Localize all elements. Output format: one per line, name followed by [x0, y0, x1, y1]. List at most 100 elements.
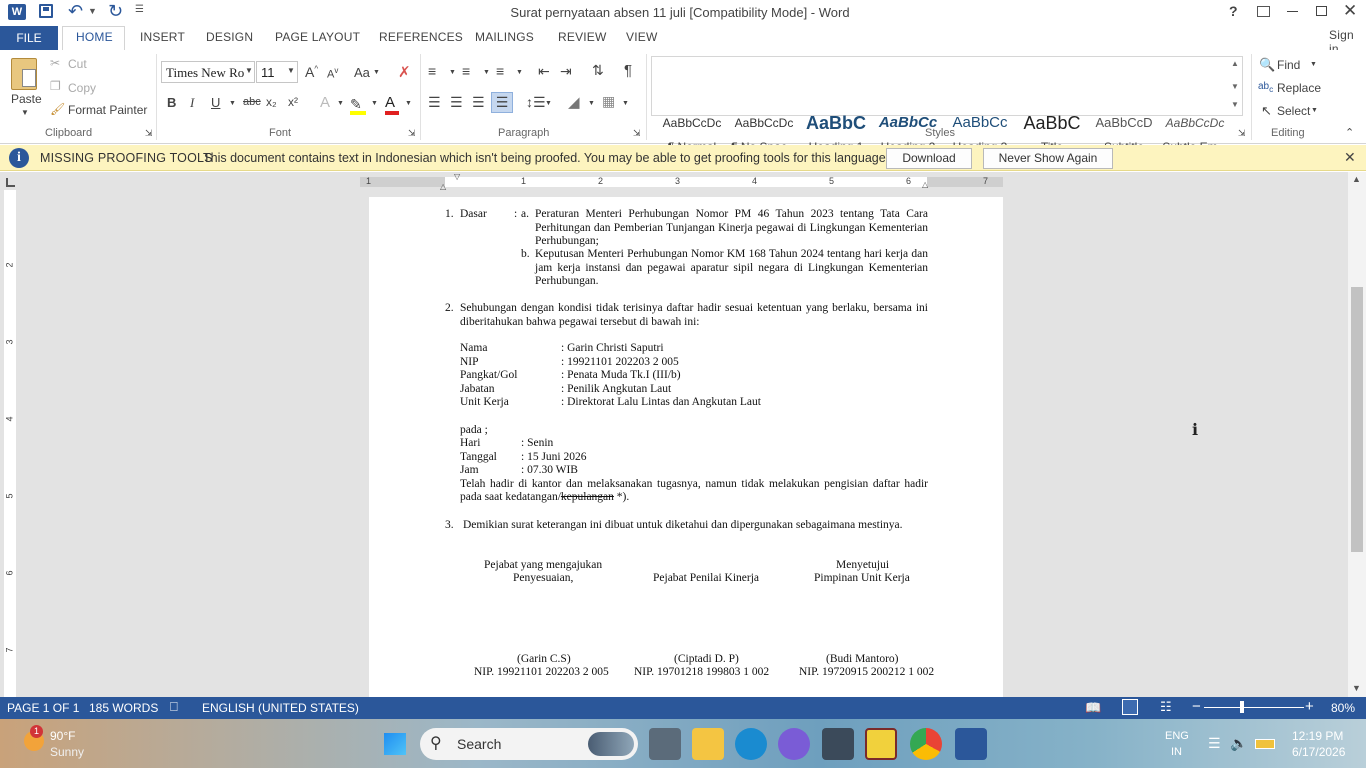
grow-font-icon[interactable]: A^: [305, 64, 318, 80]
line-spacing-dropdown-icon[interactable]: ▼: [545, 100, 552, 107]
page-count[interactable]: PAGE 1 OF 1: [7, 701, 79, 715]
read-mode-icon[interactable]: 📖: [1085, 700, 1101, 716]
clock-date[interactable]: 6/17/2026: [1292, 745, 1345, 759]
font-color-dropdown-icon[interactable]: ▼: [405, 100, 412, 107]
change-case-dropdown-icon[interactable]: ▼: [373, 69, 380, 76]
tab-home[interactable]: HOME: [76, 30, 113, 44]
close-button[interactable]: ✕: [1343, 1, 1357, 21]
justify-icon[interactable]: ☰: [491, 92, 513, 113]
underline-button[interactable]: U: [211, 95, 220, 110]
horizontal-ruler[interactable]: ▽ △ △ 1 1 2 3 4 5 6 7: [360, 172, 1010, 191]
right-indent-marker[interactable]: △: [922, 180, 928, 189]
customize-toolbar-icon[interactable]: ☰: [135, 4, 144, 15]
bullets-dropdown-icon[interactable]: ▼: [449, 69, 456, 76]
sticky-notes-icon[interactable]: [865, 728, 897, 760]
start-button[interactable]: [384, 733, 406, 755]
multilevel-list-icon[interactable]: ≡: [496, 63, 504, 79]
shading-icon[interactable]: ◢: [568, 93, 580, 111]
tab-review[interactable]: REVIEW: [558, 30, 607, 44]
ribbon-display-options-icon[interactable]: [1257, 6, 1270, 17]
sort-icon[interactable]: ⇅: [592, 62, 604, 79]
language-indicator[interactable]: ENGLISH (UNITED STATES): [202, 701, 359, 715]
document-page[interactable]: 1. Dasar : a. Peraturan Menteri Perhubun…: [369, 197, 1003, 697]
collapse-ribbon-icon[interactable]: ⌃: [1345, 126, 1354, 139]
undo-icon[interactable]: ↶: [68, 1, 83, 22]
camera-app-icon[interactable]: [822, 728, 854, 760]
highlight-icon[interactable]: ✎: [350, 96, 366, 115]
text-effects-dropdown-icon[interactable]: ▼: [337, 100, 344, 107]
superscript-button[interactable]: x²: [288, 95, 298, 109]
font-launcher-icon[interactable]: ⇲: [408, 128, 416, 139]
borders-icon[interactable]: ▦: [602, 93, 615, 110]
replace-button[interactable]: Replace: [1277, 81, 1321, 95]
zoom-slider[interactable]: [1204, 707, 1304, 708]
clipboard-launcher-icon[interactable]: ⇲: [145, 128, 153, 139]
text-effects-button[interactable]: A: [320, 94, 330, 111]
find-button[interactable]: Find: [1277, 58, 1300, 72]
vertical-ruler[interactable]: 2 3 4 5 6 7: [0, 190, 20, 697]
scroll-up-icon[interactable]: ▲: [1352, 174, 1361, 184]
tab-view[interactable]: VIEW: [626, 30, 657, 44]
word-app-icon[interactable]: W: [8, 4, 26, 20]
format-painter-button[interactable]: Format Painter: [68, 103, 147, 117]
taskbar-search-box[interactable]: ⚲ Search: [420, 728, 638, 760]
shading-dropdown-icon[interactable]: ▼: [588, 100, 595, 107]
task-view-icon[interactable]: [649, 728, 681, 760]
weather-condition[interactable]: Sunny: [50, 745, 84, 759]
bold-button[interactable]: B: [167, 95, 176, 110]
battery-icon[interactable]: [1255, 739, 1275, 749]
infobar-close-icon[interactable]: ✕: [1344, 149, 1356, 166]
paragraph-launcher-icon[interactable]: ⇲: [633, 128, 641, 139]
numbering-icon[interactable]: ≡: [462, 63, 470, 79]
align-right-icon[interactable]: ☰: [472, 94, 485, 111]
highlight-dropdown-icon[interactable]: ▼: [371, 100, 378, 107]
chrome-icon[interactable]: [910, 728, 942, 760]
tab-insert[interactable]: INSERT: [140, 30, 185, 44]
strikethrough-button[interactable]: abc: [243, 96, 261, 108]
zoom-level[interactable]: 80%: [1331, 701, 1355, 715]
help-button[interactable]: ?: [1229, 3, 1238, 19]
paste-button[interactable]: Paste: [11, 92, 42, 106]
first-line-indent-marker[interactable]: ▽: [454, 172, 460, 181]
font-color-button[interactable]: A: [385, 94, 399, 115]
web-layout-icon[interactable]: ☷: [1160, 699, 1172, 715]
font-size-dropdown-icon[interactable]: ▼: [287, 66, 295, 75]
bullets-icon[interactable]: ≡: [428, 63, 436, 79]
download-button[interactable]: Download: [886, 148, 972, 169]
copy-button[interactable]: Copy: [68, 81, 96, 95]
file-explorer-icon[interactable]: [692, 728, 724, 760]
underline-dropdown-icon[interactable]: ▼: [229, 100, 236, 107]
subscript-button[interactable]: x₂: [266, 95, 277, 109]
paste-icon[interactable]: [11, 58, 37, 90]
styles-scroll-up-icon[interactable]: ▲: [1231, 59, 1239, 68]
proofing-icon[interactable]: ⎕: [170, 699, 178, 715]
edge-icon[interactable]: [735, 728, 767, 760]
styles-launcher-icon[interactable]: ⇲: [1238, 128, 1246, 139]
tab-references[interactable]: REFERENCES: [379, 30, 463, 44]
shrink-font-icon[interactable]: Av: [327, 66, 338, 81]
save-icon[interactable]: [39, 4, 53, 18]
zoom-out-button[interactable]: −: [1192, 698, 1201, 715]
paste-dropdown-icon[interactable]: ▼: [21, 108, 29, 117]
redo-icon[interactable]: ↻: [108, 1, 123, 22]
hanging-indent-marker[interactable]: △: [440, 182, 446, 191]
minimize-button[interactable]: [1287, 11, 1298, 12]
volume-icon[interactable]: 🔈: [1230, 735, 1247, 752]
align-left-icon[interactable]: ☰: [428, 94, 441, 111]
copilot-icon[interactable]: [778, 728, 810, 760]
italic-button[interactable]: I: [190, 95, 194, 111]
cut-button[interactable]: Cut: [68, 57, 87, 71]
select-dropdown-icon[interactable]: ▼: [1311, 107, 1318, 114]
tab-mailings[interactable]: MAILINGS: [475, 30, 534, 44]
line-spacing-icon[interactable]: ↕☰: [526, 94, 546, 111]
scroll-down-icon[interactable]: ▼: [1352, 683, 1361, 693]
change-case-button[interactable]: Aa: [354, 65, 370, 80]
borders-dropdown-icon[interactable]: ▼: [622, 100, 629, 107]
styles-more-icon[interactable]: ▼: [1231, 100, 1239, 109]
weather-temp[interactable]: 90°F: [50, 729, 75, 743]
vertical-scrollbar[interactable]: ▲ ▼: [1348, 172, 1366, 697]
tab-page-layout[interactable]: PAGE LAYOUT: [275, 30, 360, 44]
zoom-in-button[interactable]: +: [1305, 698, 1314, 715]
keyboard-language-1[interactable]: ENG: [1165, 730, 1189, 742]
increase-indent-icon[interactable]: ⇥: [560, 63, 572, 80]
